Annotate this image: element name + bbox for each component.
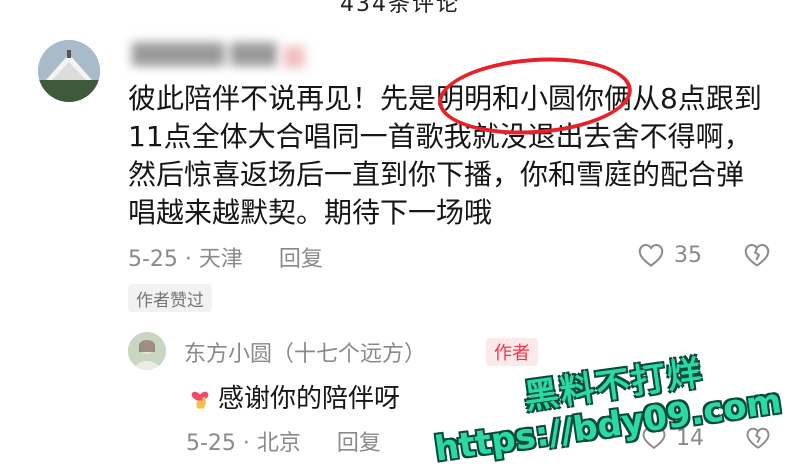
comment-screen: 434条评论 ██████ ███ 彼此陪伴不说再见！先是明明和小圆你俩从8点跟… [0,0,800,470]
reply-like-button[interactable]: 14 [640,424,704,452]
author-liked-tag: 作者赞过 [128,284,212,312]
reply-text: 感谢你的陪伴呀 [218,384,401,414]
username-blurred[interactable]: ██████ ███ [132,42,332,68]
reply-meta: 5-25 · 北京 回复 [186,424,381,458]
reply-date-location: 5-25 · 北京 [186,431,301,456]
broken-heart-icon[interactable] [744,424,772,452]
comment-actions: 35 [636,240,780,270]
avatar-image [38,40,100,102]
comment-date-location: 5-25 · 天津 [128,247,243,272]
broken-heart-icon[interactable] [742,240,772,270]
author-badge: 作者 [486,338,538,366]
reply-username[interactable]: 东方小圆（十七个远方） [184,336,426,368]
reply-reply-button[interactable]: 回复 [337,425,381,457]
reply-actions: 14 [640,424,780,452]
like-count: 35 [674,242,702,268]
finger-heart-icon [191,391,209,409]
reply-like-count: 14 [676,425,704,451]
watermark-line1: 黑料不打烊 [521,352,706,418]
reply-avatar-image [128,332,166,370]
avatar[interactable] [38,40,100,102]
reply-body: 感谢你的陪伴呀 [186,378,400,415]
like-button[interactable]: 35 [636,240,702,270]
heart-outline-icon [638,243,664,267]
heart-outline-icon [642,427,666,450]
reply-avatar[interactable] [128,332,166,370]
comments-count-title: 434条评论 [340,0,460,17]
reply-button[interactable]: 回复 [279,241,323,273]
